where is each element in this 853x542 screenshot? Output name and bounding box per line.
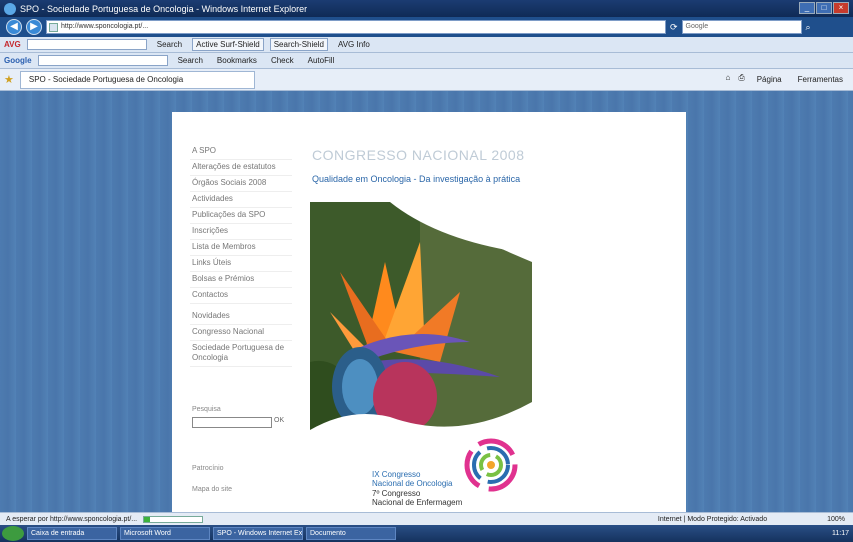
nav-item-bodies[interactable]: Órgãos Sociais 2008 xyxy=(190,176,292,192)
page-subtitle: Qualidade em Oncologia - Da investigação… xyxy=(312,174,521,184)
print-icon[interactable]: ⎙ xyxy=(738,73,744,86)
taskbar: Caixa de entrada Microsoft Word SPO - Wi… xyxy=(0,525,853,542)
refresh-icon[interactable]: ⟳ xyxy=(670,22,678,33)
sitemap-link[interactable]: Mapa do site xyxy=(192,486,232,493)
command-bar: ⌂ ⎙ Página Ferramentas xyxy=(725,73,853,86)
side-navigation: A SPO Alterações de estatutos Órgãos Soc… xyxy=(190,144,292,367)
congress-title: IX Congresso Nacional de Oncologia xyxy=(372,470,453,488)
nav-item-publications[interactable]: Publicações da SPO xyxy=(190,208,292,224)
tab-row: ★ SPO - Sociedade Portuguesa de Oncologi… xyxy=(0,69,853,91)
nav-item-contacts[interactable]: Contactos xyxy=(190,288,292,304)
avg-item-surf-shield[interactable]: Active Surf-Shield xyxy=(192,38,264,51)
taskbar-item-document[interactable]: Documento xyxy=(306,527,396,540)
window-titlebar: SPO - Sociedade Portuguesa de Oncologia … xyxy=(0,0,853,17)
sidebar-search-label: Pesquisa xyxy=(192,406,221,413)
google-toolbar: Google Search Bookmarks Check AutoFill xyxy=(0,53,853,69)
avg-toolbar: AVG Search Active Surf-Shield Search-Shi… xyxy=(0,37,853,53)
security-zone: Internet | Modo Protegido: Activado xyxy=(657,515,768,523)
nav-item-news[interactable]: Novidades xyxy=(190,309,292,325)
search-input[interactable]: Google xyxy=(681,20,802,34)
nav-item-society[interactable]: Sociedade Portuguesa de Oncologia xyxy=(190,341,292,367)
taskbar-item-word[interactable]: Microsoft Word xyxy=(120,527,210,540)
congress-line-4: Nacional de Enfermagem xyxy=(372,498,463,507)
congress-line-1: IX Congresso xyxy=(372,470,421,479)
google-logo[interactable]: Google xyxy=(4,56,32,65)
home-icon[interactable]: ⌂ xyxy=(725,73,730,86)
favorites-star-icon[interactable]: ★ xyxy=(4,73,14,86)
nav-item-congress[interactable]: Congresso Nacional xyxy=(190,325,292,341)
avg-search-button[interactable]: Search xyxy=(153,38,186,51)
status-text: A esperar por http://www.sponcologia.pt/… xyxy=(6,515,138,523)
window-controls: _ □ × xyxy=(799,2,849,14)
sidebar-search-button[interactable]: OK xyxy=(274,417,284,424)
avg-item-search-shield[interactable]: Search-Shield xyxy=(269,38,328,51)
tools-menu[interactable]: Ferramentas xyxy=(794,73,847,86)
page-favicon-icon xyxy=(49,23,58,32)
window-title: SPO - Sociedade Portuguesa de Oncologia … xyxy=(20,3,308,14)
congress-line-3: 7º Congresso xyxy=(372,489,421,498)
search-icon[interactable]: ⌕ xyxy=(806,22,811,33)
tab-title: SPO - Sociedade Portuguesa de Oncologia xyxy=(28,74,184,84)
taskbar-item-inbox[interactable]: Caixa de entrada xyxy=(27,527,117,540)
forward-button[interactable]: ▶ xyxy=(26,19,42,35)
close-button[interactable]: × xyxy=(833,2,849,14)
start-button[interactable] xyxy=(2,526,24,541)
address-url: http://www.sponcologia.pt/... xyxy=(61,23,149,30)
google-item-bookmarks[interactable]: Bookmarks xyxy=(213,54,261,67)
maximize-button[interactable]: □ xyxy=(816,2,832,14)
zoom-level[interactable]: 100% xyxy=(827,516,853,523)
google-item-check[interactable]: Check xyxy=(267,54,298,67)
ie-icon xyxy=(4,2,16,15)
page-menu[interactable]: Página xyxy=(753,73,786,86)
google-go-button[interactable]: Search xyxy=(174,54,207,67)
address-row: ◀ ▶ http://www.sponcologia.pt/... ⟳ Goog… xyxy=(0,17,853,37)
nav-item-activities[interactable]: Actividades xyxy=(190,192,292,208)
avg-logo[interactable]: AVG xyxy=(4,40,21,49)
web-page: A SPO Alterações de estatutos Órgãos Soc… xyxy=(172,112,686,512)
page-title: CONGRESSO NACIONAL 2008 xyxy=(312,147,525,163)
nav-item-registrations[interactable]: Inscrições xyxy=(190,224,292,240)
avg-item-info[interactable]: AVG Info xyxy=(334,38,374,51)
back-button[interactable]: ◀ xyxy=(6,19,22,35)
congress-logo xyxy=(464,438,518,492)
sponsor-label: Patrocínio xyxy=(192,465,224,472)
avg-search-field[interactable] xyxy=(26,39,147,50)
sidebar-search-input[interactable] xyxy=(192,417,272,428)
minimize-button[interactable]: _ xyxy=(799,2,815,14)
tab-current[interactable]: SPO - Sociedade Portuguesa de Oncologia xyxy=(19,70,255,89)
nav-item-spo[interactable]: A SPO xyxy=(190,144,292,160)
status-bar: A esperar por http://www.sponcologia.pt/… xyxy=(0,512,853,525)
system-clock: 11:17 xyxy=(832,530,849,537)
bird-of-paradise-image xyxy=(310,202,532,430)
nav-item-grants[interactable]: Bolsas e Prémios xyxy=(190,272,292,288)
google-search-field[interactable] xyxy=(37,55,168,66)
nav-item-statutes[interactable]: Alterações de estatutos xyxy=(190,160,292,176)
nav-item-links[interactable]: Links Úteis xyxy=(190,256,292,272)
taskbar-item-ie[interactable]: SPO - Windows Internet Explorer xyxy=(213,527,303,540)
nursing-congress-title: 7º Congresso Nacional de Enfermagem xyxy=(372,489,462,507)
address-bar[interactable]: http://www.sponcologia.pt/... xyxy=(46,20,666,34)
loading-progress xyxy=(143,515,204,523)
congress-line-2: Nacional de Oncologia xyxy=(372,479,453,488)
google-item-autofill[interactable]: AutoFill xyxy=(304,54,339,67)
nav-item-members[interactable]: Lista de Membros xyxy=(190,240,292,256)
